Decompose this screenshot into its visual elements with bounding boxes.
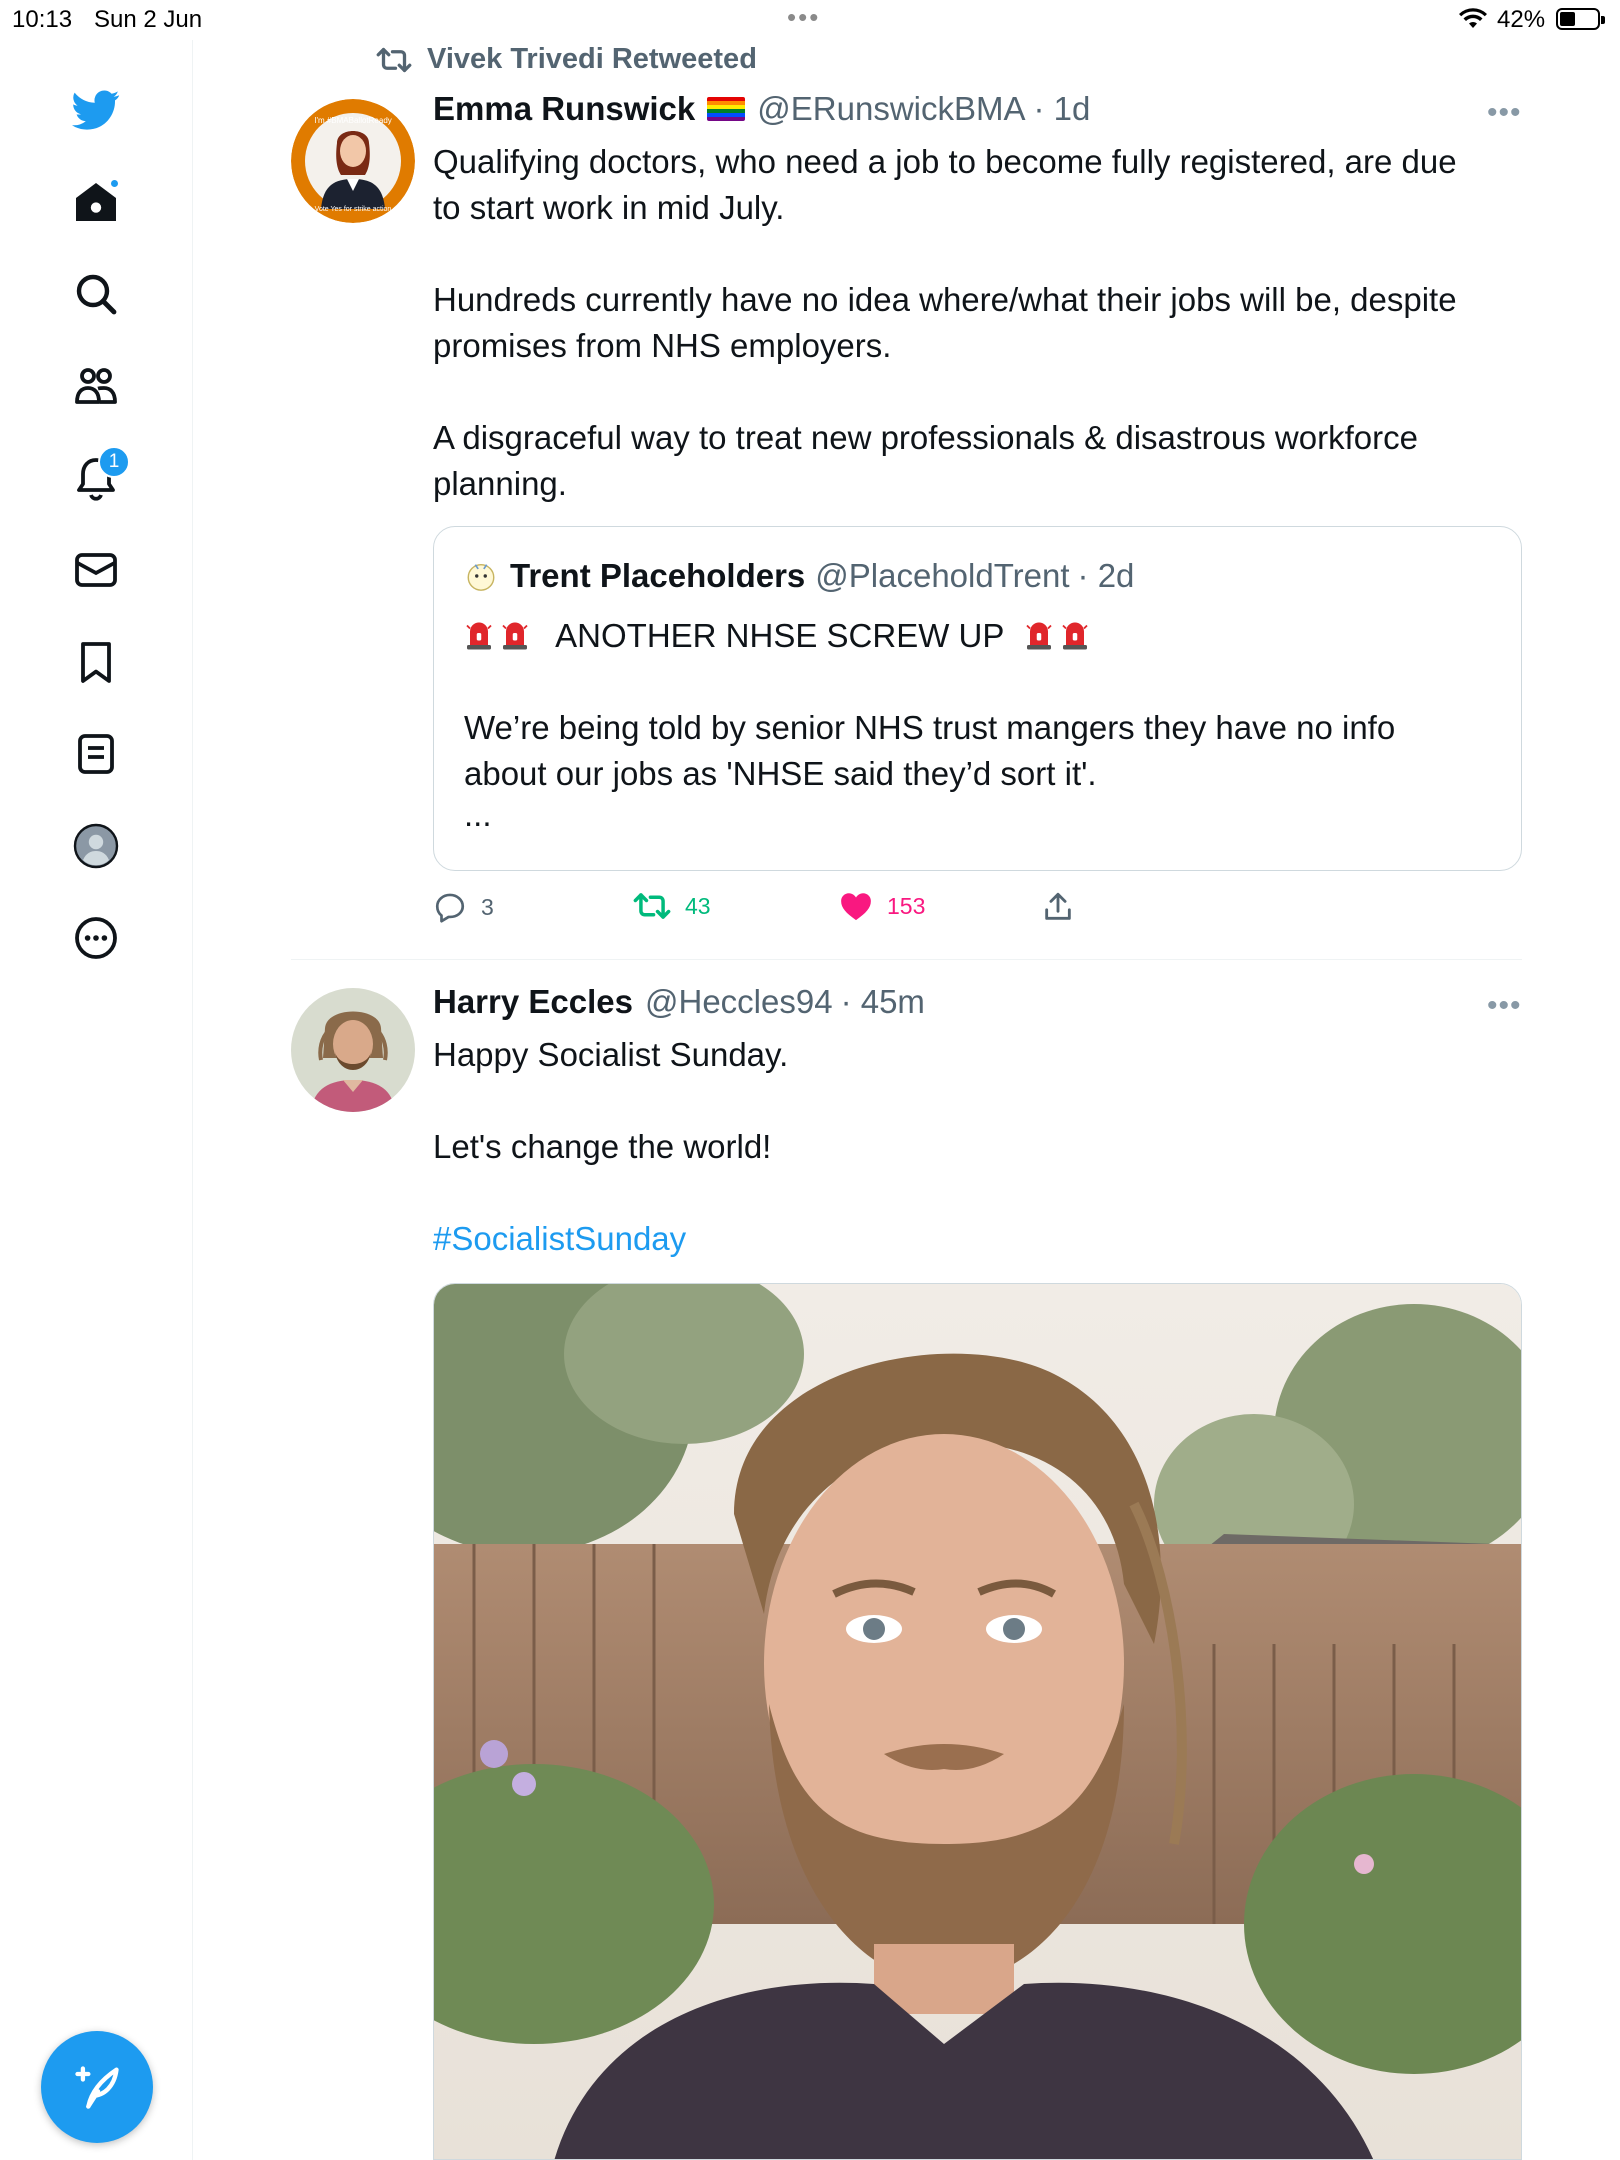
bookmarks-icon: [81, 642, 111, 683]
quoted-author-name[interactable]: Trent Placeholders: [510, 557, 805, 595]
siren-icon: [1060, 615, 1090, 651]
svg-text:Vote Yes for strike action: Vote Yes for strike action: [315, 206, 392, 213]
messages-icon: [75, 553, 117, 587]
quoted-line: ...: [464, 796, 492, 833]
reply-icon: [435, 893, 465, 923]
battery-icon: [1556, 8, 1605, 30]
share-icon: [1045, 892, 1071, 920]
quoted-author-handle[interactable]: @PlaceholdTrent: [815, 557, 1069, 595]
quoted-tweet-time[interactable]: · 2d: [1078, 557, 1135, 595]
tweet-line: Qualifying doctors, who need a job to be…: [433, 143, 1457, 180]
svg-text:I'm #BMABallotReady: I'm #BMABallotReady: [314, 116, 392, 125]
tweet-line: Happy Socialist Sunday.: [433, 1036, 789, 1073]
tweet-photo[interactable]: [433, 1283, 1522, 2160]
quoted-tweet-card[interactable]: Trent Placeholders @PlaceholdTrent · 2d …: [433, 526, 1522, 871]
like-button[interactable]: 153: [839, 890, 925, 922]
tweet-line: [433, 1170, 1522, 1216]
home-notification-dot: [109, 178, 120, 189]
sidebar: 1: [0, 40, 193, 2160]
sidebar-item-more[interactable]: [68, 910, 124, 966]
tweet-line: [433, 1078, 1522, 1124]
quoted-headline-line: ANOTHER NHSE SCREW UP: [464, 613, 1494, 659]
reply-count: 3: [481, 893, 494, 920]
sidebar-item-communities[interactable]: [68, 358, 124, 414]
quoted-headline: ANOTHER NHSE SCREW UP: [555, 617, 1005, 654]
siren-icon: [464, 615, 494, 651]
notifications-badge: 1: [98, 446, 130, 478]
tweet-text: Qualifying doctors, who need a job to be…: [433, 139, 1522, 507]
status-bar: 10:13 Sun 2 Jun ••• 42%: [0, 0, 1620, 40]
sidebar-item-profile[interactable]: [68, 818, 124, 874]
tweet-line: Hundreds currently have no idea where/wh…: [433, 281, 1457, 318]
sidebar-item-lists[interactable]: [68, 726, 124, 782]
tweet-line: [433, 231, 1522, 277]
tweet-line: Let's change the world!: [433, 1128, 772, 1165]
more-circle-icon: [75, 917, 117, 959]
author-name[interactable]: Emma Runswick: [433, 90, 695, 128]
author-handle[interactable]: @Heccles94: [645, 983, 833, 1021]
status-time: 10:13: [12, 6, 73, 33]
retweeted-by-label: Vivek Trivedi Retweeted: [427, 43, 757, 75]
tweet-header: Emma Runswick @ERunswickBMA · 1d: [433, 90, 1090, 128]
tweet-more-options-icon[interactable]: •••: [1487, 989, 1522, 1023]
siren-icon: [500, 615, 530, 651]
tweet-text: Happy Socialist Sunday. Let's change the…: [433, 1032, 1522, 1262]
profile-icon: [73, 823, 119, 869]
status-date: Sun 2 Jun: [94, 6, 203, 33]
tweet-line: to start work in mid July.: [433, 189, 785, 226]
tweet-time[interactable]: · 1d: [1034, 90, 1091, 128]
sidebar-item-notifications[interactable]: 1: [68, 446, 130, 506]
avatar-emma-runswick[interactable]: I'm #BMABallotReady Vote Yes for strike …: [291, 99, 415, 223]
tweet-divider: [291, 959, 1522, 960]
sidebar-item-messages[interactable]: [68, 542, 124, 598]
tweet-header: Harry Eccles @Heccles94 · 45m: [433, 983, 925, 1021]
retweet-icon: [376, 47, 412, 72]
battery-percentage: 42%: [1497, 6, 1546, 33]
quoted-avatar-icon: [467, 563, 495, 591]
avatar-harry-eccles[interactable]: [291, 988, 415, 1112]
retweet-button[interactable]: 43: [633, 890, 711, 922]
heart-icon: [841, 893, 871, 921]
tweet-line: [433, 369, 1522, 415]
wifi-icon: [1458, 8, 1488, 37]
sidebar-item-bookmarks[interactable]: [68, 634, 124, 690]
tweet-line: planning.: [433, 465, 567, 502]
communities-icon: [75, 368, 117, 404]
quoted-line: [464, 659, 1494, 705]
tweet-line: A disgraceful way to treat new professio…: [433, 419, 1418, 456]
multitasking-dots-icon[interactable]: •••: [787, 2, 820, 33]
reply-button[interactable]: 3: [433, 890, 494, 924]
tweet-actions: 3 43 153: [433, 890, 1133, 930]
siren-icon: [1024, 615, 1054, 651]
quoted-tweet-header: Trent Placeholders @PlaceholdTrent · 2d: [464, 557, 1134, 595]
pride-flag-icon: [707, 97, 746, 121]
compose-tweet-button[interactable]: [41, 2031, 153, 2143]
quoted-line: about our jobs as 'NHSE said they’d sort…: [464, 755, 1097, 792]
retweet-context[interactable]: Vivek Trivedi Retweeted: [375, 43, 757, 76]
tweet-line: promises from NHS employers.: [433, 327, 892, 364]
lists-icon: [78, 734, 114, 774]
compose-tweet-icon: [75, 2066, 119, 2109]
retweet-icon: [633, 893, 671, 919]
sidebar-item-home[interactable]: [68, 174, 124, 230]
share-button[interactable]: [1041, 890, 1075, 924]
quoted-tweet-text: ANOTHER NHSE SCREW UP We’re being told b…: [464, 613, 1494, 843]
author-handle[interactable]: @ERunswickBMA: [757, 90, 1025, 128]
twitter-logo-icon[interactable]: [68, 82, 124, 138]
hashtag-link[interactable]: #SocialistSunday: [433, 1216, 1522, 1262]
search-icon: [76, 274, 117, 315]
like-count: 153: [887, 892, 926, 919]
quoted-line: We’re being told by senior NHS trust man…: [464, 709, 1396, 746]
tweet-time[interactable]: · 45m: [841, 983, 925, 1021]
author-name[interactable]: Harry Eccles: [433, 983, 633, 1021]
retweet-count: 43: [685, 892, 711, 919]
tweet-more-options-icon[interactable]: •••: [1487, 96, 1522, 130]
sidebar-item-search[interactable]: [68, 266, 124, 322]
